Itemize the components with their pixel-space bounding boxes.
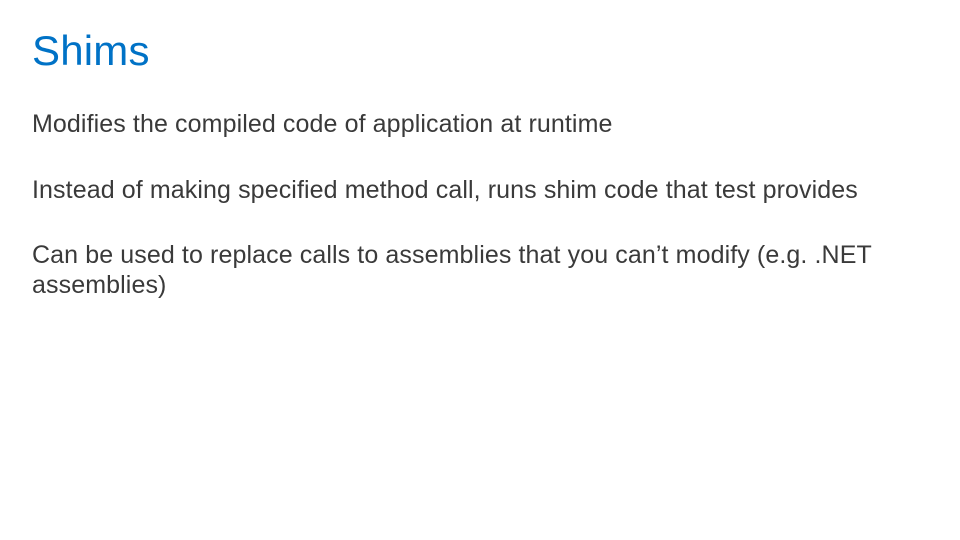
slide-body: Modifies the compiled code of applicatio… <box>32 110 928 300</box>
body-paragraph: Can be used to replace calls to assembli… <box>32 241 928 300</box>
slide-title: Shims <box>32 28 928 74</box>
slide: Shims Modifies the compiled code of appl… <box>0 0 960 540</box>
body-paragraph: Instead of making specified method call,… <box>32 176 928 206</box>
body-paragraph: Modifies the compiled code of applicatio… <box>32 110 928 140</box>
